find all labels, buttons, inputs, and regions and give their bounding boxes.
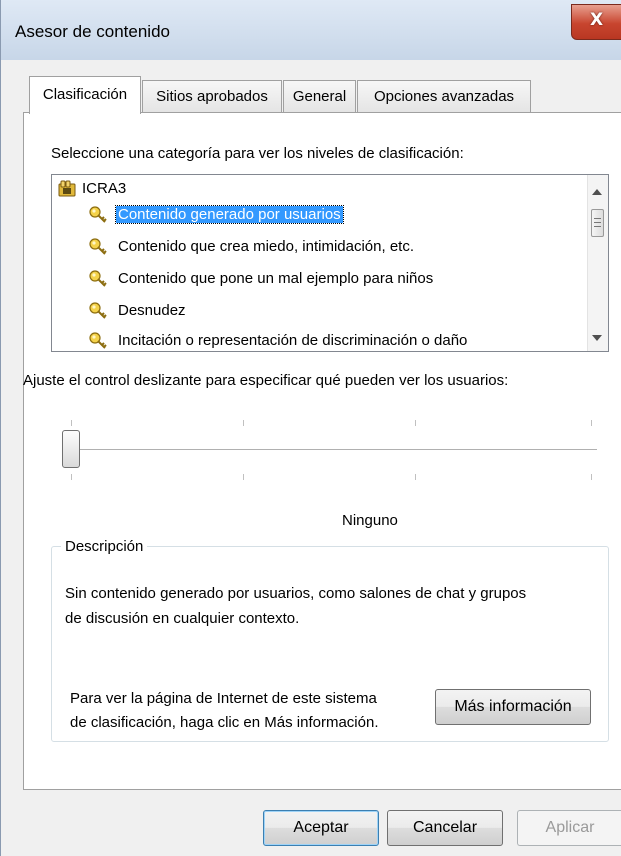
scroll-down-arrow-icon[interactable]: [592, 335, 602, 341]
slider-tick: [243, 474, 244, 480]
apply-button[interactable]: Aplicar: [517, 810, 621, 846]
slider-tick: [243, 420, 244, 426]
slider-tick: [591, 420, 592, 426]
ok-button[interactable]: Aceptar: [263, 810, 379, 846]
ratings-folder-icon: [58, 180, 76, 197]
category-root-item[interactable]: ICRA3: [58, 177, 126, 201]
slider-tick: [591, 474, 592, 480]
category-listbox[interactable]: ICRA3 Contenido generado por usuarios Co…: [51, 174, 609, 352]
slider-track[interactable]: [71, 449, 597, 451]
category-prompt: Seleccione una categoría para ver los ni…: [51, 145, 464, 162]
title-bar[interactable]: Asesor de contenido X: [1, 0, 621, 60]
rating-level-label: Ninguno: [342, 512, 398, 529]
category-root-label: ICRA3: [82, 180, 127, 197]
description-text-line2: de discusión en cualquier contexto.: [65, 610, 300, 627]
window-title: Asesor de contenido: [15, 22, 170, 41]
category-item-label: Contenido que crea miedo, intimidación, …: [118, 238, 415, 255]
slider-prompt: Ajuste el control deslizante para especi…: [23, 372, 509, 389]
slider-thumb[interactable]: [62, 430, 80, 468]
category-item-label: Incitación o representación de discrimin…: [118, 332, 468, 349]
category-item[interactable]: Incitación o representación de discrimin…: [88, 329, 468, 351]
category-item-label: Contenido generado por usuarios: [115, 205, 344, 224]
category-item-label: Contenido que pone un mal ejemplo para n…: [118, 270, 434, 287]
category-item[interactable]: Contenido generado por usuarios: [88, 203, 344, 227]
more-info-button[interactable]: Más información: [435, 689, 591, 725]
category-item-label: Desnudez: [118, 302, 186, 319]
tab-sitios-aprobados[interactable]: Sitios aprobados: [142, 80, 282, 114]
slider-tick: [415, 420, 416, 426]
slider-tick: [71, 420, 72, 426]
key-icon: [89, 270, 107, 287]
listbox-scrollbar[interactable]: [587, 175, 608, 351]
slider-tick: [415, 474, 416, 480]
info-text-line2: de clasificación, haga clic en Más infor…: [70, 714, 379, 731]
key-icon: [89, 206, 107, 223]
scroll-thumb[interactable]: [591, 209, 604, 237]
category-item[interactable]: Contenido que crea miedo, intimidación, …: [88, 235, 414, 259]
category-item[interactable]: Desnudez: [88, 299, 186, 323]
description-legend: Descripción: [61, 538, 148, 555]
close-button[interactable]: X: [571, 4, 621, 40]
content-advisor-dialog: Asesor de contenido X Clasificación Siti…: [0, 0, 621, 856]
key-icon: [89, 238, 107, 255]
tab-general[interactable]: General: [283, 80, 356, 114]
key-icon: [89, 332, 107, 349]
scroll-up-arrow-icon[interactable]: [592, 189, 602, 195]
info-text-line1: Para ver la página de Internet de este s…: [70, 690, 377, 707]
description-text-line1: Sin contenido generado por usuarios, com…: [65, 585, 527, 602]
tab-opciones-avanzadas[interactable]: Opciones avanzadas: [357, 80, 531, 114]
slider-tick: [71, 474, 72, 480]
category-item[interactable]: Contenido que pone un mal ejemplo para n…: [88, 267, 433, 291]
cancel-button[interactable]: Cancelar: [387, 810, 503, 846]
tab-clasificacion[interactable]: Clasificación: [29, 76, 141, 114]
close-icon: X: [590, 10, 604, 30]
key-icon: [89, 302, 107, 319]
